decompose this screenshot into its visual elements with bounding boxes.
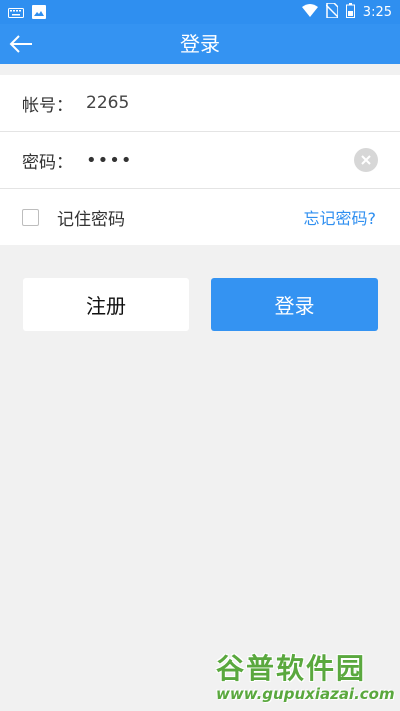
account-row: 帐号： 2265 [0,75,400,132]
clear-circle-icon [361,155,371,165]
image-icon [32,4,46,23]
no-sim-icon [325,2,339,22]
clear-password-button[interactable] [354,148,378,172]
password-label: 密码： [22,152,73,173]
status-left-icons [8,4,46,23]
status-bar: 3:25 [0,0,400,24]
page-title: 登录 [180,32,220,56]
battery-icon [345,3,355,22]
account-input[interactable]: 2265 [86,93,129,113]
remember-row: 记住密码 忘记密码? [0,189,400,245]
status-time: 3:25 [362,5,392,20]
password-input[interactable]: •••• [86,150,132,171]
account-label: 帐号： [22,95,73,116]
password-row: 密码： •••• [0,132,400,189]
wifi-icon [301,4,318,21]
login-form: 帐号： 2265 密码： •••• 记住密码 忘记密码? [0,75,400,245]
watermark-url: www.gupuxiazai.com [216,685,395,703]
forgot-password-link[interactable]: 忘记密码? [304,205,377,229]
register-button[interactable]: 注册 [23,278,189,331]
login-button[interactable]: 登录 [211,278,378,331]
remember-password-checkbox[interactable] [22,208,39,226]
watermark-logo: 谷普软件园 www.gupuxiazai.com [216,647,395,707]
watermark-title: 谷普软件园 [216,652,367,685]
remember-password-label[interactable]: 记住密码 [57,205,125,230]
app-bar: 登录 [0,24,400,64]
status-right-icons: 3:25 [301,2,392,22]
keyboard-icon [8,4,24,23]
